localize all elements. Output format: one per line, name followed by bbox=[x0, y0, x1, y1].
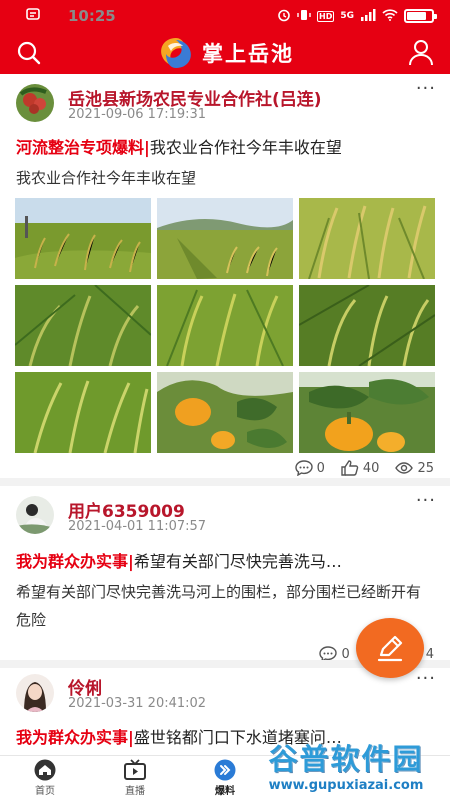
like-count[interactable]: 40 bbox=[341, 460, 380, 476]
status-bar: 10:25 HD 5G bbox=[0, 0, 450, 32]
hd-indicator: HD bbox=[317, 10, 335, 22]
app-logo-icon bbox=[161, 38, 191, 68]
report-icon bbox=[214, 759, 236, 781]
wifi-icon bbox=[382, 8, 398, 24]
post-time: 2021-09-06 17:19:31 bbox=[68, 107, 207, 122]
pencil-icon bbox=[377, 635, 403, 662]
post-image-rice-ears[interactable] bbox=[157, 285, 293, 366]
post-image-rice-field[interactable] bbox=[157, 198, 293, 279]
post-tag[interactable]: 河流整治专项爆料| bbox=[16, 138, 150, 157]
like-count-value: 40 bbox=[362, 460, 380, 476]
tab-live-label: 直播 bbox=[125, 786, 145, 797]
eye-icon bbox=[395, 462, 414, 474]
post-time: 2021-03-31 20:41:02 bbox=[68, 696, 207, 711]
post-tag[interactable]: 我为群众办实事| bbox=[16, 728, 134, 747]
post-image-rice-ears[interactable] bbox=[15, 372, 151, 453]
comment-count[interactable]: 0 bbox=[294, 460, 325, 476]
more-options-icon[interactable]: ··· bbox=[416, 490, 436, 511]
post-body: 我农业合作社今年丰收在望 bbox=[16, 169, 197, 187]
watermark-url: www.gupuxiazai.com bbox=[268, 778, 424, 793]
comment-count-value: 0 bbox=[316, 460, 325, 476]
comment-icon bbox=[294, 460, 313, 476]
view-count: 25 bbox=[395, 460, 434, 476]
signal-icon bbox=[360, 8, 376, 24]
watermark-main: 谷普软件园 bbox=[268, 742, 424, 776]
more-options-icon[interactable]: ··· bbox=[416, 668, 436, 689]
post-stats: 0 40 25 bbox=[294, 460, 434, 476]
tab-home[interactable]: 首页 bbox=[0, 756, 90, 800]
alarm-icon bbox=[277, 8, 291, 25]
post-tag[interactable]: 我为群众办实事| bbox=[16, 552, 134, 571]
tab-live[interactable]: 直播 bbox=[90, 756, 180, 800]
tab-report-label: 爆料 bbox=[215, 786, 235, 797]
like-icon bbox=[341, 460, 359, 476]
image-grid bbox=[15, 198, 435, 454]
tv-icon bbox=[124, 759, 146, 780]
post-headline[interactable]: 河流整治专项爆料|我农业合作社今年丰收在望 bbox=[16, 134, 434, 158]
feed-post[interactable]: 岳池县新场农民专业合作社(吕连) 2021-09-06 17:19:31 ···… bbox=[0, 74, 450, 486]
network-indicator: 5G bbox=[340, 11, 354, 21]
post-title: 我农业合作社今年丰收在望 bbox=[149, 138, 342, 157]
post-image-rice-ears[interactable] bbox=[299, 198, 435, 279]
app-title: 掌上岳池 bbox=[202, 42, 294, 66]
more-options-icon[interactable]: ··· bbox=[416, 78, 436, 99]
battery-icon bbox=[404, 9, 437, 23]
app-brand: 掌上岳池 bbox=[156, 36, 294, 70]
notification-icon bbox=[26, 7, 40, 25]
post-image-rice-ears[interactable] bbox=[15, 285, 151, 366]
compose-post-button[interactable] bbox=[356, 618, 424, 678]
author-avatar[interactable] bbox=[16, 674, 54, 712]
site-watermark: 谷普软件园 www.gupuxiazai.com bbox=[248, 736, 444, 798]
post-title: 希望有关部门尽快完善洗马… bbox=[133, 552, 342, 571]
home-icon bbox=[34, 759, 56, 781]
vibrate-icon bbox=[297, 8, 311, 25]
status-time: 10:25 bbox=[68, 7, 116, 25]
view-count-value: 25 bbox=[417, 460, 434, 476]
tab-home-label: 首页 bbox=[35, 786, 55, 797]
search-icon[interactable] bbox=[16, 40, 42, 66]
author-avatar[interactable] bbox=[16, 496, 54, 534]
user-icon[interactable] bbox=[408, 38, 434, 66]
post-image-rice-ears[interactable] bbox=[299, 285, 435, 366]
author-avatar[interactable] bbox=[16, 84, 54, 122]
post-image-rice-field[interactable] bbox=[15, 198, 151, 279]
post-time: 2021-04-01 11:07:57 bbox=[68, 519, 207, 534]
post-image-pumpkin[interactable] bbox=[157, 372, 293, 453]
post-headline[interactable]: 我为群众办实事|希望有关部门尽快完善洗马… bbox=[16, 548, 434, 572]
post-divider bbox=[0, 478, 450, 486]
post-image-pumpkin[interactable] bbox=[299, 372, 435, 453]
app-header: 掌上岳池 bbox=[0, 32, 450, 74]
